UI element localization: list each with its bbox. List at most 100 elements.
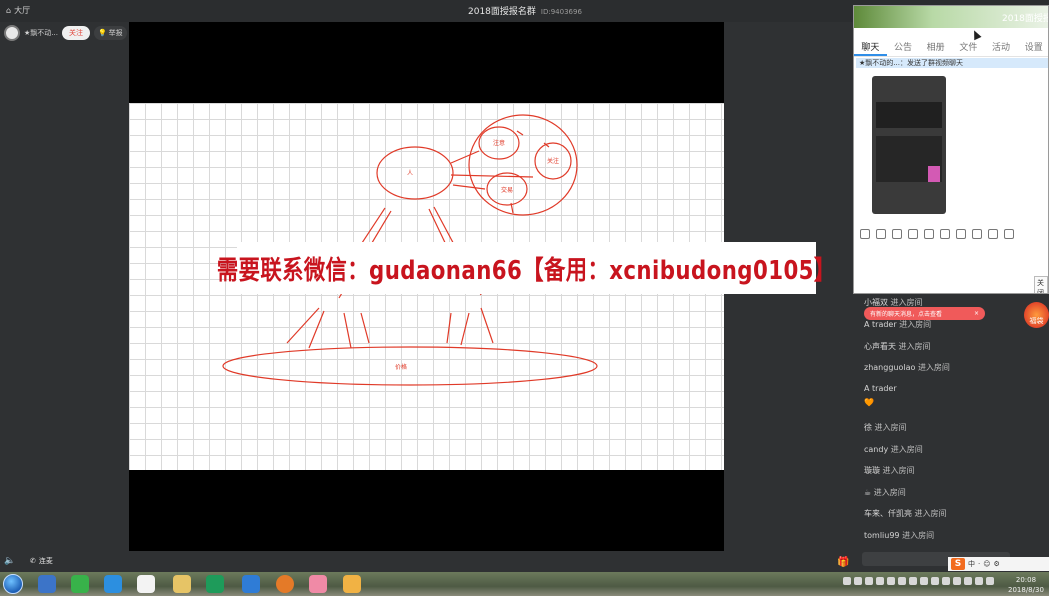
tray-icon[interactable] bbox=[909, 577, 917, 585]
lucky-bag-label: 福袋 bbox=[1029, 317, 1044, 325]
node-focus-label: 注意 bbox=[493, 139, 505, 147]
schedule-icon[interactable] bbox=[972, 229, 982, 239]
emoji-icon[interactable] bbox=[860, 229, 870, 239]
tray-icon[interactable] bbox=[898, 577, 906, 585]
chat-window-title: 2018面授报 bbox=[1002, 14, 1049, 24]
node-group-ellipse bbox=[468, 114, 578, 216]
tray-icon[interactable] bbox=[865, 577, 873, 585]
ime-settings-icon[interactable]: ⚙ bbox=[994, 560, 1000, 568]
report-label: 举报 bbox=[108, 29, 123, 37]
contact-banner-text: 需要联系微信：gudaonan66【备用：xcnibudong0105】 bbox=[217, 255, 836, 286]
node-price-label: 价格 bbox=[395, 363, 407, 371]
editor-icon[interactable] bbox=[104, 575, 122, 593]
gif-icon[interactable] bbox=[876, 229, 886, 239]
chat-entry: 徐 进入房间 bbox=[864, 423, 907, 432]
ime-punct-icon[interactable]: · bbox=[978, 560, 980, 568]
system-tray bbox=[843, 577, 994, 585]
group-chat-window[interactable]: 2018面授报 聊天 公告 相册 文件 活动 设置 ★飘不动的...：发送了群视… bbox=[853, 5, 1049, 294]
voice-icon[interactable] bbox=[940, 229, 950, 239]
scissors-icon[interactable] bbox=[892, 229, 902, 239]
spreadsheet-icon[interactable] bbox=[206, 575, 224, 593]
shake-icon[interactable] bbox=[956, 229, 966, 239]
room-id: ID:9403696 bbox=[540, 8, 582, 16]
sogou-ime-icon[interactable]: S bbox=[951, 558, 965, 570]
paint-icon[interactable] bbox=[38, 575, 56, 593]
node-person-ellipse bbox=[376, 146, 454, 200]
phone-icon: ✆ bbox=[30, 557, 36, 565]
tab-activity[interactable]: 活动 bbox=[985, 37, 1018, 56]
tray-icon[interactable] bbox=[942, 577, 950, 585]
screenshot-thumbnail bbox=[928, 166, 940, 182]
chat-entry: 璇璇 进入房间 bbox=[864, 466, 915, 475]
lobby-label: 大厅 bbox=[14, 6, 31, 15]
tray-icon[interactable] bbox=[843, 577, 851, 585]
chat-app-icon[interactable] bbox=[309, 575, 327, 593]
host-name: ★飘不动... bbox=[24, 29, 58, 37]
gift-icon[interactable]: 🎁 bbox=[837, 557, 849, 568]
tray-icon[interactable] bbox=[887, 577, 895, 585]
ime-toolbar[interactable]: S 中 · ☺ ⚙ bbox=[948, 557, 1049, 571]
ime-mode-icon[interactable]: 中 bbox=[968, 559, 975, 569]
browser-icon[interactable] bbox=[71, 575, 89, 593]
folder-icon[interactable] bbox=[173, 575, 191, 593]
close-icon[interactable]: × bbox=[974, 310, 979, 317]
taskbar-clock[interactable]: 20:08 2018/8/30 bbox=[1008, 575, 1044, 595]
tab-album[interactable]: 相册 bbox=[919, 37, 952, 56]
chat-highlight-line: ★飘不动的...：发送了群视频聊天 bbox=[856, 58, 1048, 68]
volume-icon[interactable]: 🔈 bbox=[4, 556, 15, 566]
chat-entry: A trader bbox=[864, 384, 897, 393]
chat-window-tabs: 聊天 公告 相册 文件 活动 设置 bbox=[854, 37, 1048, 57]
mic-link-button[interactable]: ✆ 连麦 bbox=[30, 556, 53, 566]
start-button[interactable] bbox=[3, 574, 23, 594]
app-icon[interactable] bbox=[242, 575, 260, 593]
tray-icon[interactable] bbox=[964, 577, 972, 585]
file-icon[interactable] bbox=[908, 229, 918, 239]
tab-settings[interactable]: 设置 bbox=[1017, 37, 1048, 56]
chat-window-close-button[interactable]: 关闭 bbox=[1034, 276, 1048, 293]
tray-icon[interactable] bbox=[953, 577, 961, 585]
node-price-ellipse bbox=[222, 346, 598, 386]
clock-date: 2018/8/30 bbox=[1008, 586, 1044, 594]
follow-button[interactable]: 关注 bbox=[61, 26, 90, 40]
clock-time: 20:08 bbox=[1015, 576, 1037, 584]
chat-window-toolbar bbox=[860, 229, 1014, 239]
home-icon: ⌂ bbox=[6, 6, 12, 15]
arrow-right-down bbox=[446, 307, 494, 346]
chat-entry: ☕ 进入房间 bbox=[864, 488, 906, 497]
contact-banner: 需要联系微信：gudaonan66【备用：xcnibudong0105】 bbox=[217, 242, 835, 294]
shared-screenshot[interactable] bbox=[872, 76, 946, 214]
tray-icon[interactable] bbox=[876, 577, 884, 585]
tab-files[interactable]: 文件 bbox=[952, 37, 985, 56]
chat-entry: tomliu99 进入房间 bbox=[864, 531, 935, 540]
ime-emoji-icon[interactable]: ☺ bbox=[983, 560, 990, 568]
chat-entry: zhangguolao 进入房间 bbox=[864, 363, 950, 372]
chat-entry: 心声看天 进入房间 bbox=[864, 342, 931, 351]
tray-icon[interactable] bbox=[854, 577, 862, 585]
tray-icon[interactable] bbox=[920, 577, 928, 585]
tray-icon[interactable] bbox=[975, 577, 983, 585]
apps-icon[interactable] bbox=[988, 229, 998, 239]
more-icon[interactable] bbox=[1004, 229, 1014, 239]
lucky-bag-button[interactable]: 福袋 bbox=[1024, 302, 1049, 328]
image-icon[interactable] bbox=[924, 229, 934, 239]
bulb-icon: 💡 bbox=[97, 29, 107, 37]
room-title: 2018面授报名群 ID:9403696 bbox=[468, 4, 582, 17]
chat-feed: 小福双 进入房间 A trader 进入房间 心声看天 进入房间 zhanggu… bbox=[858, 295, 1049, 550]
tab-notice[interactable]: 公告 bbox=[887, 37, 920, 56]
new-message-notification[interactable]: 有新的聊天消息，点击查看 × bbox=[864, 307, 985, 320]
lobby-link[interactable]: ⌂ 大厅 bbox=[6, 5, 30, 16]
game-icon[interactable] bbox=[276, 575, 294, 593]
tray-icon[interactable] bbox=[986, 577, 994, 585]
node-trade-label: 交易 bbox=[501, 186, 513, 194]
avatar[interactable] bbox=[4, 25, 20, 41]
store-icon[interactable] bbox=[343, 575, 361, 593]
tray-icon[interactable] bbox=[931, 577, 939, 585]
tab-chat[interactable]: 聊天 bbox=[854, 37, 887, 56]
arrow-person-out bbox=[450, 150, 534, 190]
arrow-inner bbox=[510, 130, 550, 214]
mic-link-label: 连麦 bbox=[38, 557, 53, 565]
mail-icon[interactable] bbox=[137, 575, 155, 593]
chat-entry: 🧡 bbox=[864, 398, 874, 407]
chat-entry: candy 进入房间 bbox=[864, 445, 923, 454]
report-button[interactable]: 💡 举报 bbox=[93, 26, 127, 40]
